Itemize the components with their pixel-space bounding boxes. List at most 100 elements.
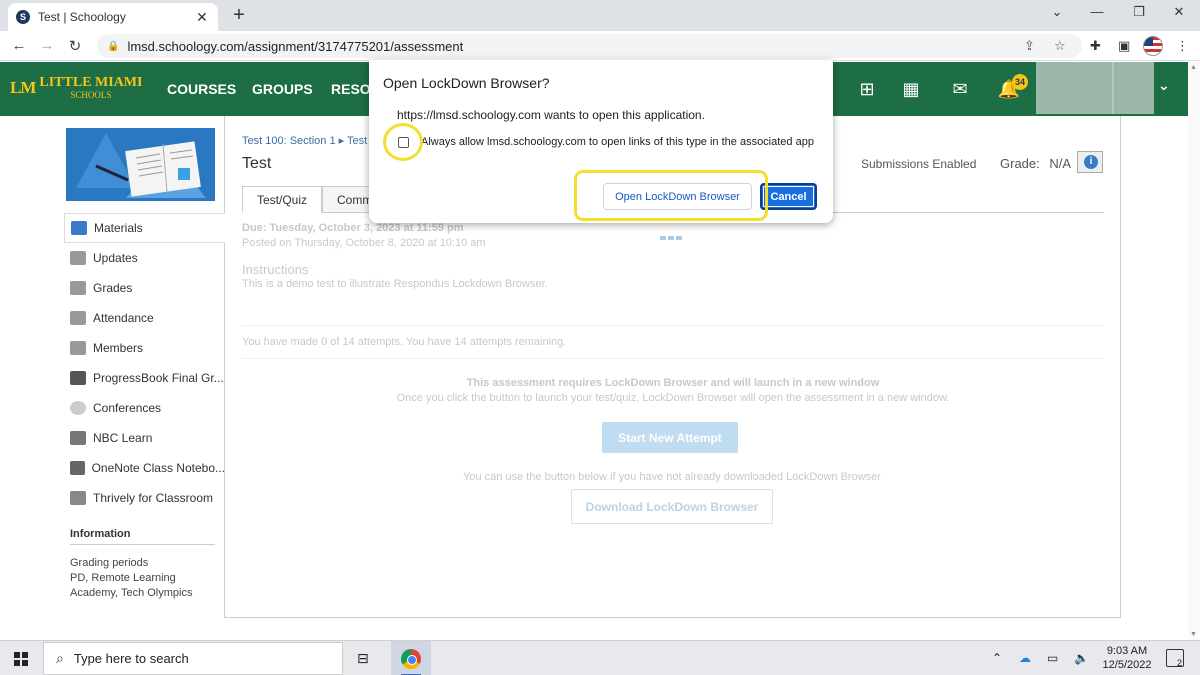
start-new-attempt-button[interactable]: Start New Attempt xyxy=(602,422,738,453)
sidebar-item-updates[interactable]: Updates xyxy=(64,243,225,273)
grades-icon xyxy=(70,281,86,295)
cancel-button[interactable]: Cancel xyxy=(760,183,817,210)
tab-test-quiz[interactable]: Test/Quiz xyxy=(242,186,323,213)
onedrive-cloud-icon[interactable]: ☁ xyxy=(1019,651,1031,665)
sidebar-item-attendance[interactable]: Attendance xyxy=(64,303,225,333)
grade-label: Grade: xyxy=(1000,156,1040,171)
course-profile-image xyxy=(66,128,215,201)
sidebar-item-progressbook[interactable]: ProgressBook Final Gr... xyxy=(64,363,225,393)
scroll-up-icon[interactable]: ▲ xyxy=(1190,64,1197,71)
bookmark-star-icon[interactable]: ☆ xyxy=(1054,38,1066,54)
sidebar-item-members[interactable]: Members xyxy=(64,333,225,363)
page-scrollbar[interactable]: ▲ ▼ xyxy=(1188,62,1200,640)
download-lockdown-browser-button[interactable]: Download LockDown Browser xyxy=(571,489,773,524)
profile-avatar-icon[interactable] xyxy=(1143,36,1163,56)
clock-date: 12/5/2022 xyxy=(1102,659,1152,671)
logo-mark: LM xyxy=(10,78,36,97)
tray-overflow-icon[interactable]: ⌃ xyxy=(992,651,1002,665)
info-icon: i xyxy=(1084,155,1098,169)
forward-icon[interactable]: → xyxy=(38,37,56,54)
nav-groups[interactable]: GROUPS xyxy=(252,81,313,97)
taskbar-chrome-app[interactable] xyxy=(391,641,431,675)
loading-indicator xyxy=(660,236,684,240)
sidebar-item-nbc-learn[interactable]: NBC Learn xyxy=(64,423,225,453)
sidebar-item-onenote[interactable]: OneNote Class Notebo... xyxy=(64,453,225,483)
address-bar[interactable]: 🔒 lmsd.schoology.com/assignment/31747752… xyxy=(97,34,1082,58)
calendar-icon[interactable]: ▦ xyxy=(899,77,923,101)
sidebar-item-label: Grades xyxy=(93,281,133,295)
divider xyxy=(242,325,1104,326)
conferences-icon xyxy=(70,401,86,415)
action-center-count: 2 xyxy=(1176,658,1182,668)
side-panel-icon[interactable]: ▣ xyxy=(1118,38,1130,54)
minimize-icon[interactable]: — xyxy=(1082,4,1112,19)
posted-date: Posted on Thursday, October 8, 2020 at 1… xyxy=(242,237,486,249)
due-date: Due: Tuesday, October 3, 2023 at 11:59 p… xyxy=(242,222,464,234)
share-icon[interactable]: ⇪ xyxy=(1024,38,1035,54)
messages-envelope-icon[interactable]: ✉ xyxy=(948,77,972,101)
sidebar-item-conferences[interactable]: Conferences xyxy=(64,393,225,423)
user-menu[interactable] xyxy=(1036,62,1154,114)
apps-grid-icon[interactable]: ⊞ xyxy=(855,77,879,101)
tab-search-chevron-icon[interactable]: ⌄ xyxy=(1042,4,1072,20)
user-menu-chevron-icon[interactable]: ⌄ xyxy=(1158,77,1170,94)
sidebar-item-label: NBC Learn xyxy=(93,431,153,445)
taskbar-search-placeholder: Type here to search xyxy=(73,651,189,666)
sidebar-item-thrively[interactable]: Thrively for Classroom xyxy=(64,483,225,513)
breadcrumb[interactable]: Test 100: Section 1 ▸ Test xyxy=(242,134,367,147)
extensions-puzzle-icon[interactable]: ✚ xyxy=(1090,38,1101,54)
grade-display: Grade: N/A xyxy=(1000,156,1071,171)
tab-close-icon[interactable]: ✕ xyxy=(194,9,210,26)
taskbar-search[interactable]: ⌕ Type here to search xyxy=(43,642,343,675)
clock-time: 9:03 AM xyxy=(1106,645,1148,657)
lockdown-requirement-detail: Once you click the button to launch your… xyxy=(396,392,950,404)
action-center-icon[interactable]: 2 xyxy=(1166,649,1184,668)
grading-periods-label: Grading periods xyxy=(70,557,149,569)
tab-title: Test | Schoology xyxy=(38,10,126,24)
grade-value: N/A xyxy=(1049,156,1072,171)
new-tab-icon[interactable]: + xyxy=(229,4,249,26)
browser-tab-strip: S Test | Schoology ✕ + ⌄ — ❐ ✕ xyxy=(0,0,1200,31)
lock-icon[interactable]: 🔒 xyxy=(107,41,119,52)
sidebar-item-label: Conferences xyxy=(93,401,162,415)
page-title: Test xyxy=(242,155,272,172)
reload-icon[interactable]: ↻ xyxy=(66,37,84,55)
tab-comments[interactable]: Comm xyxy=(322,186,370,213)
always-allow-label[interactable]: Always allow lmsd.schoology.com to open … xyxy=(421,136,814,148)
nbc-learn-icon xyxy=(70,431,86,445)
windows-start-icon[interactable] xyxy=(14,652,28,666)
school-logo[interactable]: LM LITTLE MIAMI SCHOOLS xyxy=(10,76,142,101)
sidebar-item-grades[interactable]: Grades xyxy=(64,273,225,303)
chrome-icon xyxy=(401,649,421,669)
back-icon[interactable]: ← xyxy=(10,37,28,54)
browser-menu-icon[interactable]: ⋮ xyxy=(1176,38,1189,54)
submissions-status: Submissions Enabled xyxy=(861,157,977,171)
dialog-message: https://lmsd.schoology.com wants to open… xyxy=(397,108,705,122)
sidebar-item-label: Attendance xyxy=(93,311,154,325)
thrively-icon xyxy=(70,491,86,505)
window-close-icon[interactable]: ✕ xyxy=(1164,4,1194,20)
grade-info-button[interactable]: i xyxy=(1077,151,1103,173)
members-icon xyxy=(70,341,86,355)
browser-toolbar: ← → ↻ 🔒 lmsd.schoology.com/assignment/31… xyxy=(0,31,1200,61)
instructions-heading: Instructions xyxy=(242,262,309,277)
sidebar-item-materials[interactable]: Materials xyxy=(64,213,225,243)
sidebar-item-label: ProgressBook Final Gr... xyxy=(93,371,224,385)
open-button-highlight-annotation xyxy=(574,170,768,221)
sidebar-item-label: Thrively for Classroom xyxy=(93,491,214,505)
logo-name-line2: SCHOOLS xyxy=(70,90,112,100)
restore-icon[interactable]: ❐ xyxy=(1124,4,1154,20)
dialog-title: Open LockDown Browser? xyxy=(383,75,550,91)
task-view-icon[interactable]: ⊟ xyxy=(357,650,369,667)
battery-icon[interactable]: ▭ xyxy=(1047,651,1058,665)
taskbar-clock[interactable]: 9:03 AM 12/5/2022 xyxy=(1100,644,1154,672)
checkbox-highlight-annotation xyxy=(383,123,423,161)
address-url: lmsd.schoology.com/assignment/3174775201… xyxy=(127,38,464,54)
download-note: You can use the button below if you have… xyxy=(463,471,881,483)
nav-courses[interactable]: COURSES xyxy=(167,81,236,97)
browser-tab[interactable]: S Test | Schoology ✕ xyxy=(8,3,218,31)
volume-muted-icon[interactable]: 🔈 xyxy=(1074,651,1089,665)
scroll-down-icon[interactable]: ▼ xyxy=(1190,631,1197,638)
schoology-favicon-icon: S xyxy=(16,10,30,24)
course-sidebar-nav: Materials Updates Grades Attendance Memb… xyxy=(64,213,225,513)
